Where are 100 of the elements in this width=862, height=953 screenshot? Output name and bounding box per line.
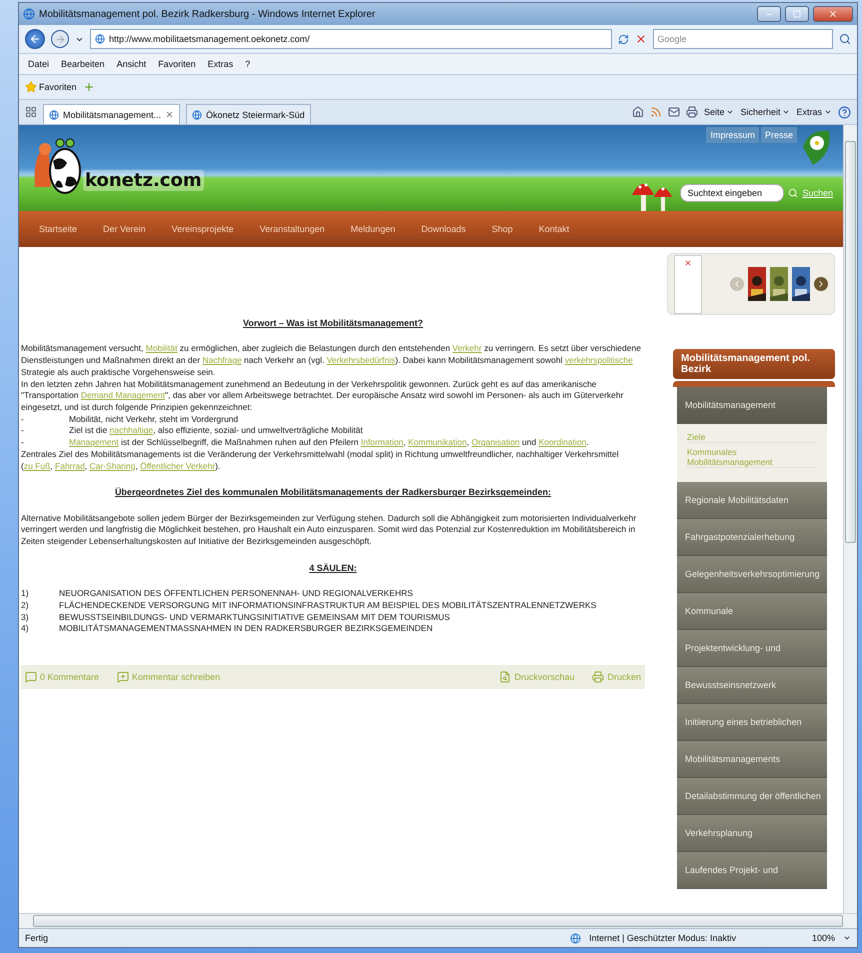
- submenu-link[interactable]: Ziele: [687, 432, 817, 443]
- command-menu[interactable]: Extras: [796, 107, 832, 117]
- nav-link[interactable]: Downloads: [421, 224, 466, 234]
- text-link[interactable]: Organisation: [471, 437, 520, 448]
- add-favorite-icon[interactable]: [82, 81, 95, 93]
- nav-link[interactable]: Shop: [492, 224, 513, 234]
- print-icon[interactable]: [686, 106, 698, 118]
- page-icon: [49, 110, 59, 120]
- browser-tab[interactable]: Ökonetz Steiermark-Süd: [186, 104, 311, 124]
- section-heading: Übergeordnetes Ziel des kommunalen Mobilitätsmanagements der Radkersburger Bezirksgemeinden:: [114, 486, 552, 499]
- search-link[interactable]: Suchen: [802, 188, 833, 198]
- home-icon[interactable]: [632, 106, 644, 118]
- stop-icon[interactable]: [634, 33, 646, 45]
- sidebar-menu-item[interactable]: Laufendes Projekt- und: [677, 852, 827, 889]
- nav-link[interactable]: Vereinsprojekte: [172, 224, 234, 234]
- menu-item[interactable]: Datei: [25, 59, 52, 69]
- sidebar-box-title: Mobilitätsmanagement pol. Bezirk: [673, 349, 835, 379]
- menu-item[interactable]: Favoriten: [155, 59, 199, 69]
- nav-link[interactable]: Startseite: [39, 224, 78, 234]
- sidebar-menu-item[interactable]: Projektentwicklung- und: [677, 630, 827, 667]
- browser-tab[interactable]: Mobilitätsmanagement...: [43, 104, 180, 124]
- sidebar-menu-item[interactable]: Mobilitätsmanagements: [677, 741, 827, 778]
- text-link[interactable]: Mobilität: [146, 343, 178, 354]
- list-marker: -: [21, 425, 25, 438]
- site-search-field[interactable]: Suchtext eingeben: [680, 184, 784, 202]
- action-link[interactable]: Druckvorschau: [499, 670, 574, 684]
- printer-icon: [592, 671, 604, 684]
- nav-link[interactable]: Meldungen: [350, 224, 396, 234]
- sidebar-menu-item[interactable]: Initiierung eines betrieblichen: [677, 704, 827, 741]
- feed-icon[interactable]: [650, 106, 662, 118]
- address-field[interactable]: http://www.mobilitaetsmanagement.oekonetz.com/: [90, 29, 612, 49]
- text-link[interactable]: Car-Sharing: [90, 460, 136, 471]
- text-link[interactable]: verkehrspolitische: [564, 355, 633, 366]
- close-icon: [828, 9, 838, 19]
- site-logo[interactable]: konetz.com: [83, 170, 204, 191]
- caret-icon: [726, 108, 734, 116]
- maximize-button[interactable]: [785, 6, 809, 22]
- vertical-scrollbar[interactable]: [843, 125, 857, 913]
- list-marker: -: [21, 437, 25, 449]
- quick-tabs-icon[interactable]: [25, 106, 37, 118]
- text-link[interactable]: Fahrrad: [55, 460, 85, 471]
- sidebar-menu-item[interactable]: Mobilitätsmanagement: [677, 387, 827, 424]
- sidebar-menu-item[interactable]: Bewusstseinsnetzwerk: [677, 667, 827, 704]
- menu-item[interactable]: Bearbeiten: [58, 59, 108, 69]
- close-tab-icon[interactable]: [165, 110, 174, 119]
- text-link[interactable]: Nachfrage: [202, 355, 242, 366]
- nav-link[interactable]: Veranstaltungen: [260, 224, 325, 234]
- text-link[interactable]: Öffentlicher Verkehr: [140, 460, 216, 471]
- text-link[interactable]: Demand Management: [80, 390, 165, 400]
- back-button[interactable]: [25, 29, 45, 49]
- arrow-right-icon: [54, 34, 66, 44]
- list-item-text: BEWUSSTSEINBILDUNGS- UND VERMARKTUNGSINITIATIVE GEMEINSAM MIT DEM TOURISMUS: [59, 612, 450, 624]
- close-button[interactable]: [813, 6, 853, 22]
- security-zone: Internet | Geschützter Modus: Inaktiv: [589, 933, 736, 943]
- browser-icon: [23, 8, 35, 20]
- action-link[interactable]: Drucken: [592, 670, 641, 684]
- text-link[interactable]: Verkehrsbedürfnis: [326, 355, 396, 366]
- header-link[interactable]: Impressum: [706, 127, 759, 143]
- next-button[interactable]: [814, 277, 828, 291]
- section-heading: 4 SÄULEN:: [308, 562, 358, 574]
- text-link[interactable]: Koordination: [538, 437, 586, 448]
- list-marker: 2): [21, 600, 29, 612]
- nav-link[interactable]: Der Verein: [103, 224, 146, 234]
- search-icon[interactable]: [839, 33, 851, 45]
- command-menu[interactable]: Seite: [704, 107, 734, 117]
- sidebar-menu-item[interactable]: Fahrgastpotenzialerhebung: [677, 519, 827, 556]
- forward-button[interactable]: [51, 30, 69, 48]
- text-link[interactable]: Management: [69, 437, 119, 448]
- action-link[interactable]: Kommentar schreiben: [117, 670, 220, 684]
- submenu-link[interactable]: Kommunales Mobilitätsmanagement: [687, 447, 817, 468]
- sidebar-menu-item[interactable]: Regionale Mobilitätsdaten: [677, 482, 827, 519]
- header-link[interactable]: Presse: [760, 127, 797, 143]
- command-menu[interactable]: Sicherheit: [740, 107, 790, 117]
- list-item-text: FLÄCHENDECKENDE VERSORGUNG MIT INFORMATIONSINFRASTRUKTUR AM BEISPIEL DES MOBILITÄTSZENTRALENNETZWERKS: [59, 600, 596, 612]
- mail-icon[interactable]: [668, 106, 680, 118]
- sidebar-menu-item[interactable]: Verkehrsplanung: [677, 815, 827, 852]
- list-item-text: Ziel ist die nachhaltige, also effiziente, sozial- und umweltverträgliche Mobilität: [69, 425, 363, 438]
- search-field[interactable]: Google: [652, 29, 833, 49]
- list-item-text: MOBILITÄTSMANAGEMENTMASSNAHMEN IN DEN RADKERSBURGER BEZIRKSGEMEINDEN: [59, 623, 433, 636]
- paragraph: Mobilitätsmanagement versucht, Mobilität zu ermöglichen, aber zugleich die Belastungen durch den entstehenden Verkehr zu verringern. Es setzt über verschiedene Dienstleistungen und Maßnahmen direkt an der Nachfrage nach Verkehr an (vgl. Verkehrsbedürfnis). Dabei kann Mobilitätsmanagement sowohl verkehrspolitische Strategie als auch praktische Vorgehensweise sein.: [21, 343, 642, 379]
- sidebar-menu-item[interactable]: Kommunale: [677, 593, 827, 630]
- help-icon[interactable]: [838, 106, 851, 118]
- text-link[interactable]: Information: [360, 437, 404, 448]
- minimize-button[interactable]: [757, 6, 781, 22]
- text-link[interactable]: nachhaltige: [110, 425, 154, 436]
- action-link[interactable]: 0 Kommentare: [25, 670, 100, 684]
- horizontal-scrollbar[interactable]: [19, 913, 857, 928]
- text-link[interactable]: Verkehr: [452, 343, 482, 354]
- sidebar-menu-item[interactable]: Detailabstimmung der öffentlichen: [677, 778, 827, 815]
- menu-item[interactable]: ?: [242, 59, 254, 69]
- zoom-level[interactable]: 100%: [812, 933, 835, 943]
- sidebar-menu-item[interactable]: Gelegenheitsverkehrsoptimierung: [677, 556, 827, 593]
- text-link[interactable]: Kommunikation: [408, 437, 467, 448]
- text-link[interactable]: zu Fuß: [24, 460, 50, 471]
- favorites-button[interactable]: Favoriten: [25, 81, 77, 93]
- nav-link[interactable]: Kontakt: [538, 224, 570, 234]
- menu-item[interactable]: Extras: [204, 59, 236, 69]
- menu-item[interactable]: Ansicht: [114, 59, 150, 69]
- list-marker: 4): [21, 623, 29, 636]
- refresh-icon[interactable]: [618, 34, 628, 44]
